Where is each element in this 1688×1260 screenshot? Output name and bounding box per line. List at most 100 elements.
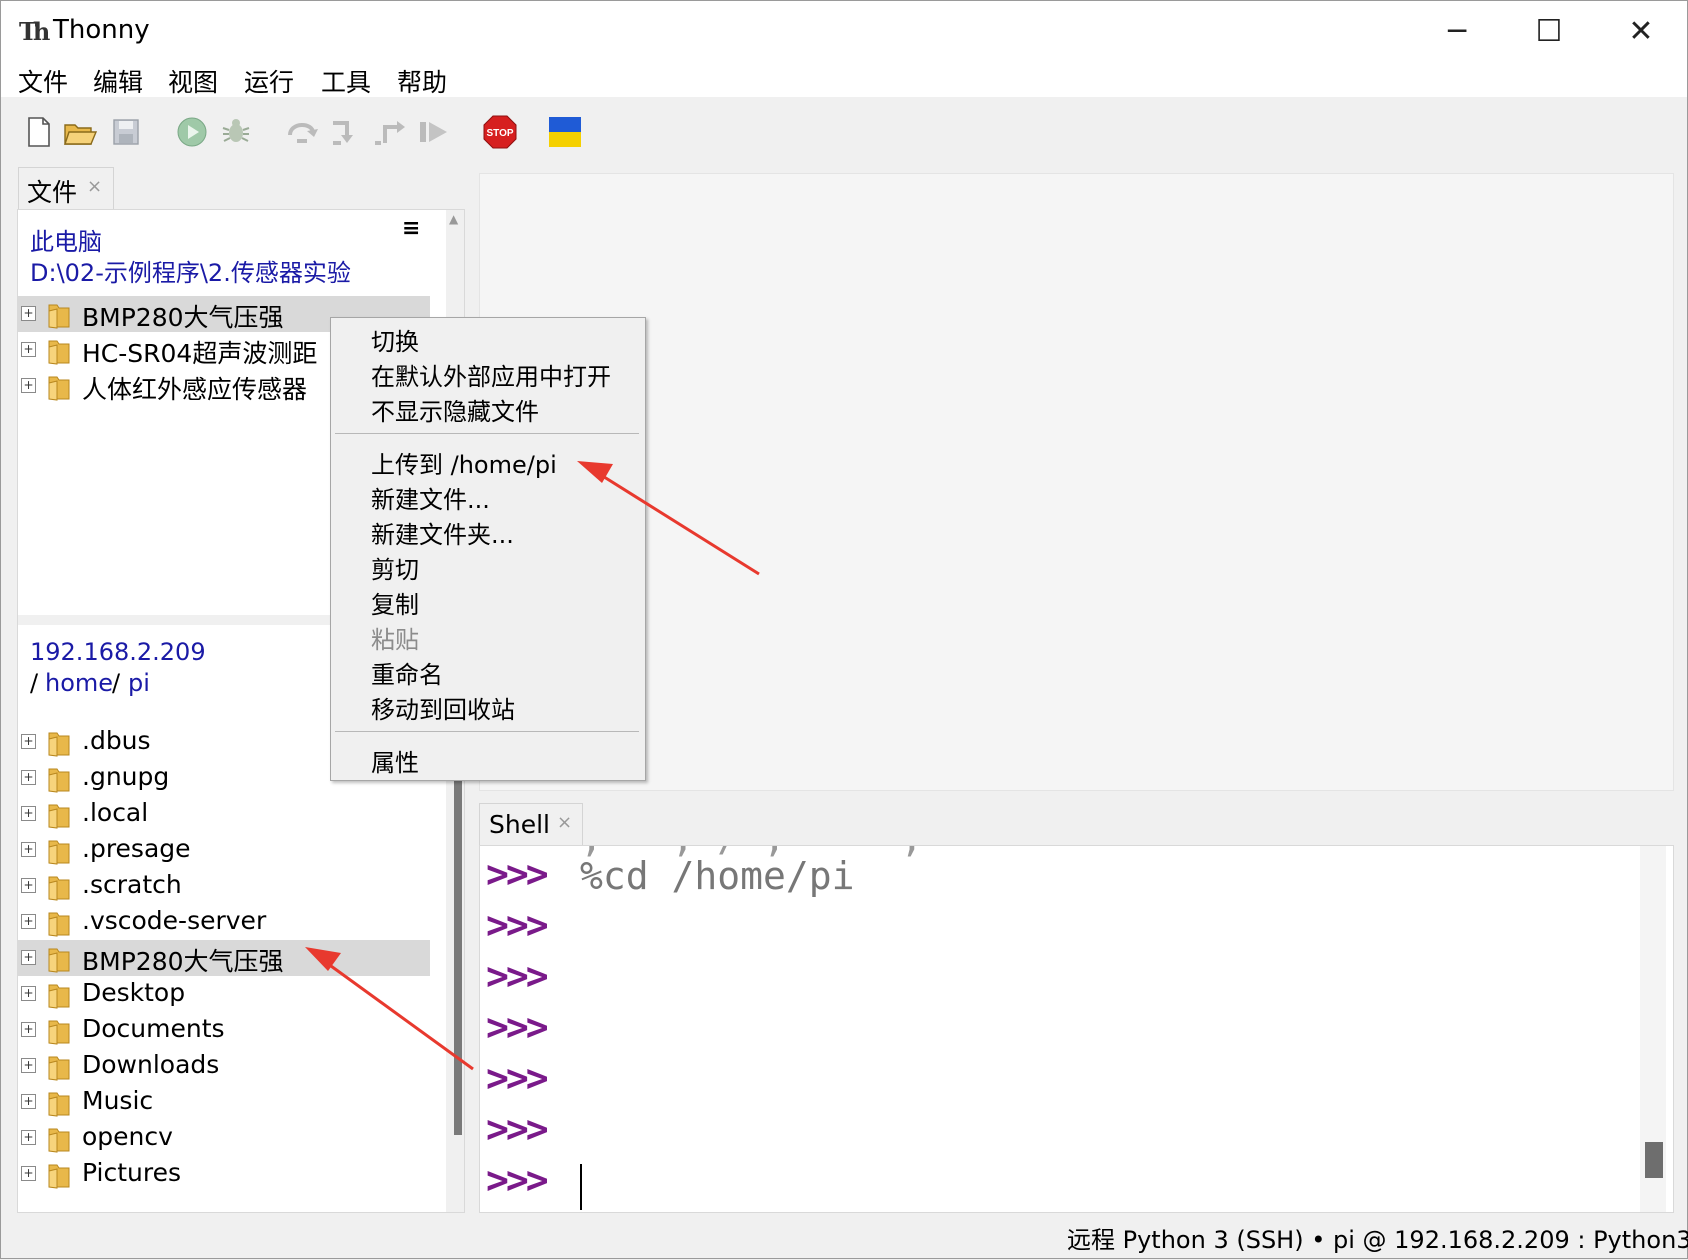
- remote-tree-row[interactable]: + Documents: [18, 1012, 430, 1048]
- scroll-up-icon[interactable]: ▲: [449, 212, 458, 226]
- menu-edit[interactable]: 编辑: [93, 63, 143, 99]
- context-menu: 切换 在默认外部应用中打开 不显示隐藏文件 上传到 /home/pi 新建文件.…: [330, 317, 646, 781]
- expand-icon[interactable]: +: [21, 734, 36, 749]
- step-over-icon[interactable]: [285, 115, 319, 149]
- window-title: Thonny: [53, 15, 150, 45]
- new-file-icon[interactable]: [21, 115, 55, 149]
- svg-text:STOP: STOP: [486, 128, 513, 139]
- folder-icon: [48, 1092, 70, 1117]
- folder-icon: [48, 304, 70, 329]
- local-location-link[interactable]: 此电脑: [30, 222, 102, 257]
- ctx-item-cut[interactable]: 剪切: [371, 550, 419, 585]
- folder-icon: [48, 840, 70, 865]
- open-file-icon[interactable]: [63, 115, 97, 149]
- remote-tree-row[interactable]: + Pictures: [18, 1156, 430, 1192]
- remote-path-home-link[interactable]: home: [45, 669, 113, 697]
- shell-console[interactable]: , ' , / , ' ' , >>> %cd /home/pi >>> >>>…: [479, 845, 1674, 1213]
- local-path-link[interactable]: D:\02-示例程序\2.传感器实验: [30, 253, 351, 288]
- ctx-item-move-to-trash[interactable]: 移动到回收站: [371, 690, 515, 725]
- expand-icon[interactable]: +: [21, 878, 36, 893]
- shell-scrollbar[interactable]: [1640, 846, 1666, 1212]
- expand-icon[interactable]: +: [21, 770, 36, 785]
- save-icon[interactable]: [109, 115, 143, 149]
- remote-host-link[interactable]: 192.168.2.209: [30, 638, 206, 666]
- expand-icon[interactable]: +: [21, 378, 36, 393]
- text-cursor: [580, 1164, 582, 1210]
- debug-icon[interactable]: [219, 115, 253, 149]
- title-bar: Th Thonny ─ ☐ ✕: [1, 1, 1687, 61]
- tree-item-name: .gnupg: [82, 762, 170, 791]
- tree-item-name: Downloads: [82, 1050, 220, 1079]
- remote-tree-row[interactable]: + .vscode-server: [18, 904, 430, 940]
- expand-icon[interactable]: +: [21, 1166, 36, 1181]
- expand-icon[interactable]: +: [21, 342, 36, 357]
- close-button[interactable]: ✕: [1595, 1, 1687, 61]
- expand-icon[interactable]: +: [21, 914, 36, 929]
- step-out-icon[interactable]: [373, 115, 407, 149]
- ctx-item-new-file[interactable]: 新建文件...: [371, 480, 490, 515]
- run-icon[interactable]: [175, 115, 209, 149]
- ctx-item-toggle[interactable]: 切换: [371, 322, 419, 357]
- ctx-item-hide-hidden[interactable]: 不显示隐藏文件: [371, 392, 539, 427]
- expand-icon[interactable]: +: [21, 842, 36, 857]
- stop-icon[interactable]: STOP: [483, 115, 517, 149]
- ctx-item-upload[interactable]: 上传到 /home/pi: [371, 445, 557, 480]
- shell-scrollbar-thumb[interactable]: [1645, 1142, 1663, 1178]
- ukraine-flag-icon[interactable]: [548, 115, 582, 149]
- expand-icon[interactable]: +: [21, 986, 36, 1001]
- remote-tree-row[interactable]: + .presage: [18, 832, 430, 868]
- expand-icon[interactable]: +: [21, 306, 36, 321]
- expand-icon[interactable]: +: [21, 1094, 36, 1109]
- tab-shell-label: Shell: [489, 810, 550, 839]
- remote-tree-row[interactable]: + opencv: [18, 1120, 430, 1156]
- folder-icon: [48, 948, 70, 973]
- expand-icon[interactable]: +: [21, 950, 36, 965]
- maximize-button[interactable]: ☐: [1503, 1, 1595, 61]
- ctx-item-rename[interactable]: 重命名: [371, 655, 443, 690]
- remote-tree-row[interactable]: + Music: [18, 1084, 430, 1120]
- tab-shell-close-icon[interactable]: ×: [557, 812, 572, 833]
- minimize-button[interactable]: ─: [1411, 1, 1503, 61]
- folder-icon: [48, 1164, 70, 1189]
- ctx-item-properties[interactable]: 属性: [371, 743, 419, 778]
- menu-file[interactable]: 文件: [18, 63, 68, 99]
- tab-shell[interactable]: Shell ×: [479, 803, 583, 846]
- status-bar-text[interactable]: 远程 Python 3 (SSH) • pi @ 192.168.2.209 :…: [1067, 1220, 1688, 1255]
- folder-icon: [48, 732, 70, 757]
- menu-tools[interactable]: 工具: [321, 63, 371, 99]
- remote-path-sep: /: [30, 669, 39, 697]
- remote-tree-row[interactable]: + Desktop: [18, 976, 430, 1012]
- expand-icon[interactable]: +: [21, 1058, 36, 1073]
- remote-tree-row[interactable]: + .local: [18, 796, 430, 832]
- ctx-item-new-folder[interactable]: 新建文件夹...: [371, 515, 514, 550]
- remote-tree-row[interactable]: + Downloads: [18, 1048, 430, 1084]
- step-into-icon[interactable]: [329, 115, 363, 149]
- folder-icon: [48, 804, 70, 829]
- folder-icon: [48, 912, 70, 937]
- menu-separator: [335, 731, 639, 732]
- expand-icon[interactable]: +: [21, 1022, 36, 1037]
- menu-help[interactable]: 帮助: [397, 63, 447, 99]
- remote-tree-row[interactable]: + .scratch: [18, 868, 430, 904]
- tab-files-close-icon[interactable]: ×: [87, 176, 102, 197]
- menu-view[interactable]: 视图: [168, 63, 218, 99]
- tab-files-label: 文件: [27, 178, 78, 207]
- menu-run[interactable]: 运行: [244, 63, 294, 99]
- resume-icon[interactable]: [417, 115, 451, 149]
- shell-prompt: >>>: [486, 852, 549, 896]
- tab-files[interactable]: 文件 ×: [18, 167, 114, 210]
- tree-item-name: BMP280大气压强: [82, 947, 284, 976]
- ctx-item-copy[interactable]: 复制: [371, 585, 419, 620]
- expand-icon[interactable]: +: [21, 806, 36, 821]
- ctx-item-open-external[interactable]: 在默认外部应用中打开: [371, 357, 611, 392]
- tree-item-name: .local: [82, 798, 149, 827]
- remote-path-pi-link[interactable]: pi: [128, 669, 150, 697]
- files-menu-icon[interactable]: ≡: [402, 216, 420, 241]
- folder-icon: [48, 376, 70, 401]
- thonny-logo-icon: Th: [19, 17, 50, 46]
- expand-icon[interactable]: +: [21, 1130, 36, 1145]
- shell-prompt: >>>: [486, 903, 549, 947]
- editor-area[interactable]: [479, 173, 1674, 791]
- remote-tree-row[interactable]: + BMP280大气压强: [18, 940, 430, 976]
- folder-icon: [48, 1020, 70, 1045]
